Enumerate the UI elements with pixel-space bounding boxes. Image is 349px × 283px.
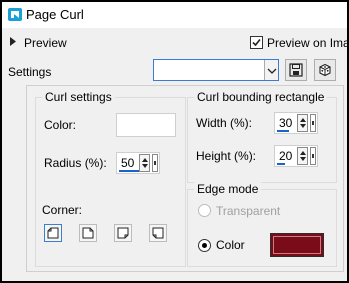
edge-mode-title: Edge mode (194, 182, 262, 196)
page-corner-bottom-right-icon (117, 227, 129, 239)
page-corner-bottom-left-icon (152, 227, 164, 239)
page-curl-dialog: Page Curl Preview Preview on Imag Settin… (2, 2, 349, 281)
arrow-up-icon[interactable] (300, 151, 306, 155)
save-preset-button[interactable] (285, 59, 307, 81)
preset-combobox[interactable] (153, 59, 279, 81)
width-spinbox[interactable]: 30 (274, 112, 318, 134)
edge-mode-group: Edge mode Transparent Color (187, 182, 337, 267)
title-bar: Page Curl (2, 2, 347, 28)
arrow-up-icon[interactable] (142, 158, 148, 162)
corner-label: Corner: (42, 203, 83, 217)
arrow-up-icon[interactable] (300, 118, 306, 122)
app-icon (8, 8, 22, 21)
bounding-rectangle-group: Curl bounding rectangle Width (%): 30 He… (187, 90, 337, 183)
transparent-label[interactable]: Transparent (216, 204, 280, 218)
height-label: Height (%): (196, 149, 257, 163)
width-value: 30 (279, 116, 293, 130)
corner-top-right-button[interactable] (79, 224, 97, 242)
corner-top-left-button[interactable] (44, 224, 62, 242)
arrow-down-icon[interactable] (300, 157, 306, 161)
window-title: Page Curl (26, 7, 84, 22)
height-stepper[interactable] (297, 147, 308, 165)
transparent-radio[interactable] (198, 204, 211, 217)
width-stepper[interactable] (297, 114, 308, 132)
settings-panel: Curl settings Color: Radius (%): 50 Corn… (26, 85, 344, 272)
page-corner-top-left-icon (47, 227, 59, 239)
color-radio[interactable] (198, 239, 211, 252)
save-icon (289, 63, 303, 77)
corner-bottom-right-button[interactable] (114, 224, 132, 242)
arrow-down-icon[interactable] (142, 164, 148, 168)
radius-slider-handle[interactable] (152, 154, 158, 172)
height-slider-handle[interactable] (310, 147, 316, 165)
preview-row: Preview Preview on Imag (2, 28, 349, 56)
combo-dropdown-button[interactable] (264, 60, 278, 80)
randomize-button[interactable] (314, 59, 336, 81)
radius-label: Radius (%): (44, 156, 107, 170)
curl-settings-group: Curl settings Color: Radius (%): 50 Corn… (35, 90, 186, 267)
radius-value: 50 (121, 156, 135, 170)
page-corner-top-right-icon (82, 227, 94, 239)
preview-label[interactable]: Preview (24, 36, 67, 50)
preview-on-image-checkbox[interactable] (250, 36, 263, 49)
preview-on-image-label[interactable]: Preview on Imag (267, 36, 349, 50)
curl-color-swatch[interactable] (116, 113, 176, 137)
dice-icon (319, 63, 331, 77)
radius-stepper[interactable] (139, 154, 150, 172)
height-slider-bar (277, 163, 285, 165)
expand-triangle-icon[interactable] (10, 37, 16, 46)
radius-spinbox[interactable]: 50 (116, 152, 160, 174)
checkmark-icon (252, 38, 261, 47)
width-label: Width (%): (196, 116, 253, 130)
width-slider-bar (277, 130, 289, 132)
color-label: Color: (44, 118, 77, 132)
edge-color-swatch[interactable] (270, 233, 324, 257)
edge-color-label[interactable]: Color (216, 238, 245, 252)
width-slider-handle[interactable] (310, 114, 316, 132)
bounding-rectangle-title: Curl bounding rectangle (194, 90, 328, 104)
chevron-down-icon (267, 68, 277, 74)
settings-label: Settings (8, 65, 52, 79)
arrow-down-icon[interactable] (300, 124, 306, 128)
corner-bottom-left-button[interactable] (149, 224, 167, 242)
height-spinbox[interactable]: 20 (274, 145, 318, 167)
height-value: 20 (279, 149, 293, 163)
curl-settings-title: Curl settings (42, 90, 115, 104)
